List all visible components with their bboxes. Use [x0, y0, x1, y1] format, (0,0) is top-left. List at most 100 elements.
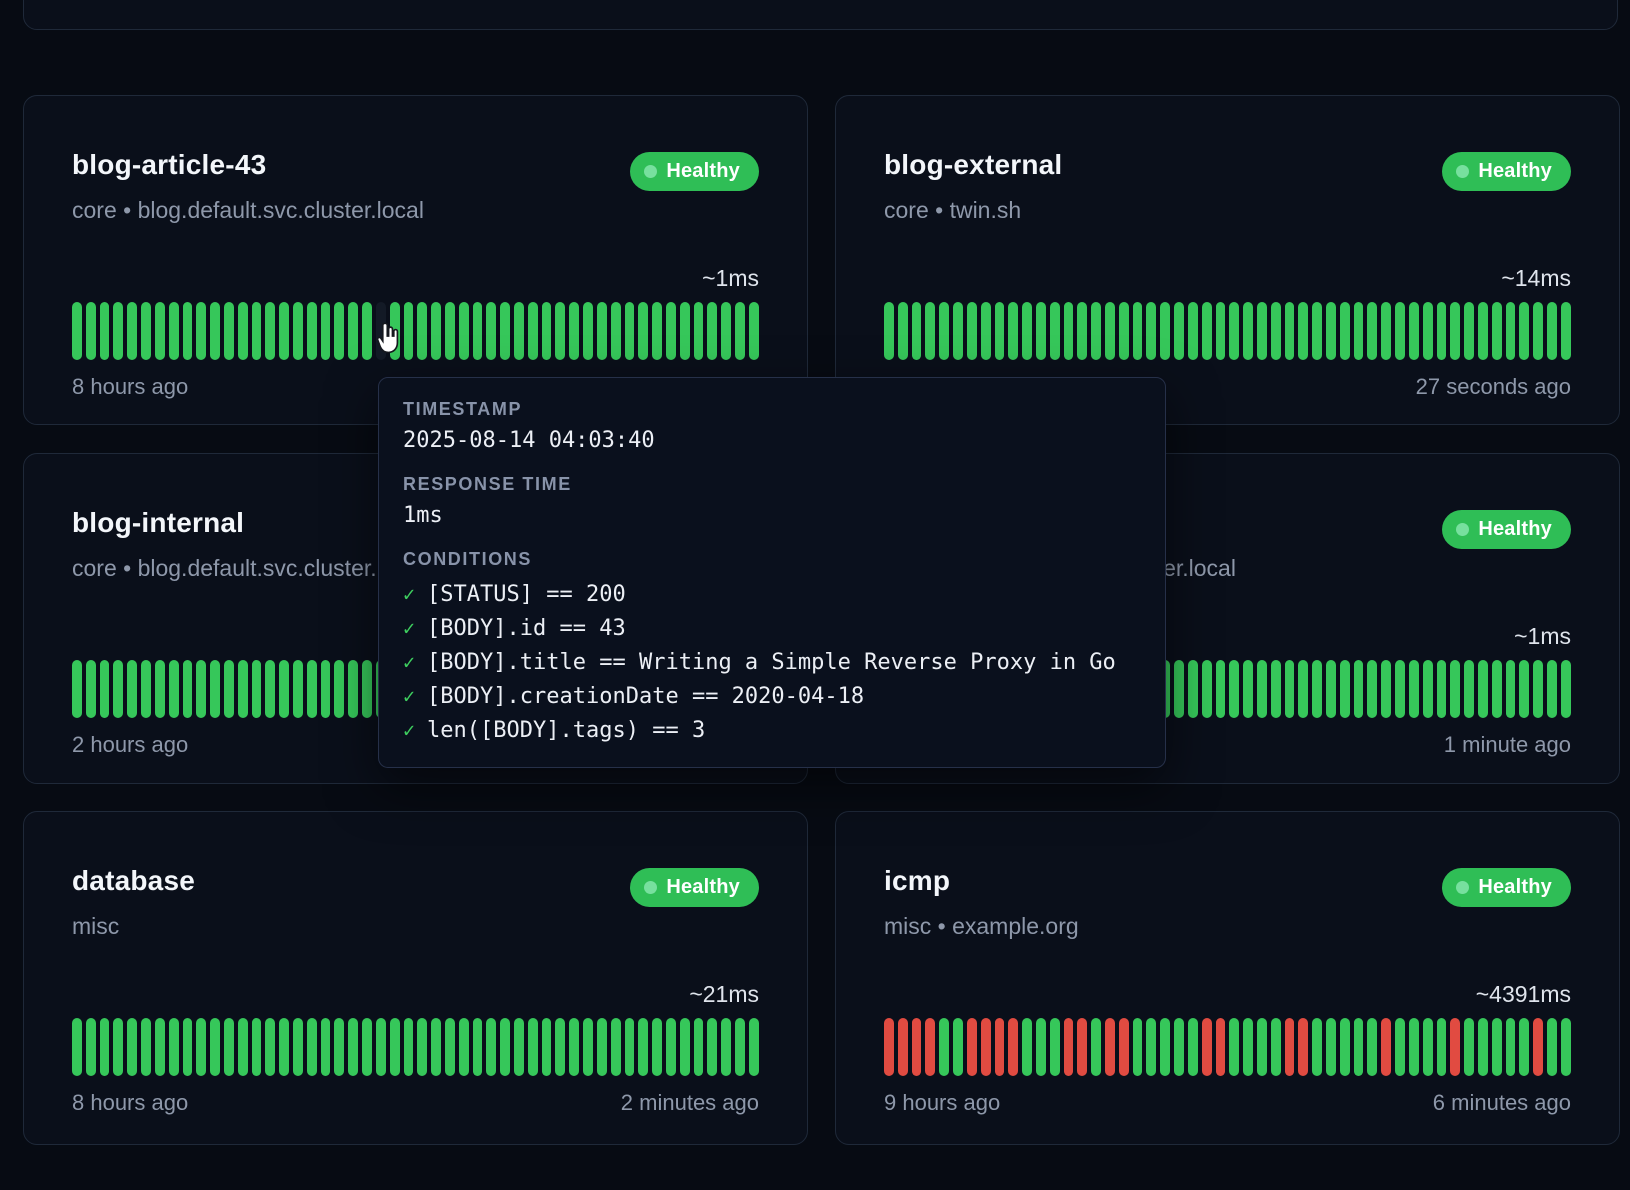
- uptime-bar[interactable]: [1271, 302, 1281, 360]
- uptime-bar[interactable]: [252, 660, 262, 718]
- uptime-bar[interactable]: [348, 1018, 358, 1076]
- uptime-bar[interactable]: [141, 302, 151, 360]
- uptime-bar[interactable]: [1340, 302, 1350, 360]
- uptime-bar[interactable]: [898, 1018, 908, 1076]
- uptime-bar[interactable]: [473, 1018, 483, 1076]
- uptime-bar[interactable]: [1119, 302, 1129, 360]
- uptime-bar[interactable]: [1381, 302, 1391, 360]
- uptime-bar[interactable]: [1547, 660, 1557, 718]
- uptime-bar[interactable]: [1022, 1018, 1032, 1076]
- uptime-bar[interactable]: [1450, 302, 1460, 360]
- uptime-bar[interactable]: [1395, 302, 1405, 360]
- uptime-bar[interactable]: [1547, 302, 1557, 360]
- uptime-bar[interactable]: [1229, 1018, 1239, 1076]
- uptime-bar[interactable]: [1492, 660, 1502, 718]
- uptime-bar[interactable]: [1312, 302, 1322, 360]
- uptime-bar[interactable]: [1506, 302, 1516, 360]
- uptime-bar[interactable]: [1008, 302, 1018, 360]
- uptime-bar[interactable]: [127, 660, 137, 718]
- uptime-bar[interactable]: [390, 302, 400, 360]
- uptime-bar[interactable]: [307, 302, 317, 360]
- uptime-bars[interactable]: [72, 1018, 759, 1076]
- uptime-bar[interactable]: [376, 302, 386, 360]
- uptime-bar[interactable]: [1188, 660, 1198, 718]
- uptime-bar[interactable]: [1285, 302, 1295, 360]
- uptime-bar[interactable]: [113, 660, 123, 718]
- uptime-bar[interactable]: [1547, 1018, 1557, 1076]
- uptime-bar[interactable]: [1257, 1018, 1267, 1076]
- uptime-bar[interactable]: [652, 1018, 662, 1076]
- uptime-bar[interactable]: [1243, 302, 1253, 360]
- uptime-bar[interactable]: [1298, 660, 1308, 718]
- uptime-bar[interactable]: [500, 1018, 510, 1076]
- uptime-bar[interactable]: [1271, 1018, 1281, 1076]
- uptime-bar[interactable]: [376, 1018, 386, 1076]
- uptime-bar[interactable]: [183, 1018, 193, 1076]
- uptime-bar[interactable]: [1257, 302, 1267, 360]
- uptime-bar[interactable]: [1091, 302, 1101, 360]
- uptime-bar[interactable]: [486, 1018, 496, 1076]
- uptime-bar[interactable]: [1409, 302, 1419, 360]
- uptime-bar[interactable]: [293, 660, 303, 718]
- uptime-bar[interactable]: [362, 302, 372, 360]
- uptime-bar[interactable]: [1064, 302, 1074, 360]
- uptime-bar[interactable]: [238, 660, 248, 718]
- uptime-bar[interactable]: [183, 302, 193, 360]
- uptime-bar[interactable]: [514, 1018, 524, 1076]
- uptime-bar[interactable]: [279, 1018, 289, 1076]
- uptime-bar[interactable]: [210, 302, 220, 360]
- uptime-bar[interactable]: [100, 302, 110, 360]
- uptime-bar[interactable]: [334, 302, 344, 360]
- uptime-bar[interactable]: [417, 302, 427, 360]
- uptime-bar[interactable]: [939, 1018, 949, 1076]
- uptime-bar[interactable]: [735, 302, 745, 360]
- uptime-bar[interactable]: [1340, 1018, 1350, 1076]
- uptime-bar[interactable]: [265, 660, 275, 718]
- uptime-bar[interactable]: [1450, 1018, 1460, 1076]
- uptime-bar[interactable]: [1506, 660, 1516, 718]
- uptime-bar[interactable]: [334, 660, 344, 718]
- uptime-bar[interactable]: [707, 302, 717, 360]
- uptime-bar[interactable]: [1464, 302, 1474, 360]
- uptime-bar[interactable]: [694, 302, 704, 360]
- uptime-bar[interactable]: [1519, 660, 1529, 718]
- uptime-bar[interactable]: [1423, 1018, 1433, 1076]
- uptime-bar[interactable]: [925, 302, 935, 360]
- uptime-bar[interactable]: [210, 660, 220, 718]
- uptime-bar[interactable]: [1036, 1018, 1046, 1076]
- uptime-bar[interactable]: [334, 1018, 344, 1076]
- uptime-bar[interactable]: [981, 1018, 991, 1076]
- uptime-bar[interactable]: [1354, 660, 1364, 718]
- uptime-bar[interactable]: [224, 302, 234, 360]
- uptime-bar[interactable]: [1423, 660, 1433, 718]
- uptime-bar[interactable]: [1243, 1018, 1253, 1076]
- uptime-bar[interactable]: [417, 1018, 427, 1076]
- uptime-bar[interactable]: [238, 1018, 248, 1076]
- uptime-bar[interactable]: [1050, 302, 1060, 360]
- uptime-bar[interactable]: [1298, 1018, 1308, 1076]
- uptime-bar[interactable]: [210, 1018, 220, 1076]
- uptime-bar[interactable]: [1533, 1018, 1543, 1076]
- uptime-bar[interactable]: [155, 302, 165, 360]
- uptime-bar[interactable]: [953, 1018, 963, 1076]
- uptime-bar[interactable]: [307, 660, 317, 718]
- uptime-bar[interactable]: [445, 1018, 455, 1076]
- uptime-bar[interactable]: [1077, 1018, 1087, 1076]
- uptime-bar[interactable]: [1216, 660, 1226, 718]
- uptime-bar[interactable]: [86, 302, 96, 360]
- uptime-bar[interactable]: [735, 1018, 745, 1076]
- uptime-bar[interactable]: [1367, 660, 1377, 718]
- uptime-bar[interactable]: [86, 660, 96, 718]
- uptime-bar[interactable]: [721, 302, 731, 360]
- uptime-bar[interactable]: [459, 302, 469, 360]
- uptime-bar[interactable]: [1492, 302, 1502, 360]
- uptime-bar[interactable]: [583, 1018, 593, 1076]
- uptime-bar[interactable]: [224, 660, 234, 718]
- uptime-bar[interactable]: [1174, 1018, 1184, 1076]
- uptime-bar[interactable]: [293, 302, 303, 360]
- uptime-bar[interactable]: [652, 302, 662, 360]
- uptime-bar[interactable]: [1257, 660, 1267, 718]
- uptime-bar[interactable]: [1409, 660, 1419, 718]
- uptime-bar[interactable]: [72, 302, 82, 360]
- uptime-bar[interactable]: [1036, 302, 1046, 360]
